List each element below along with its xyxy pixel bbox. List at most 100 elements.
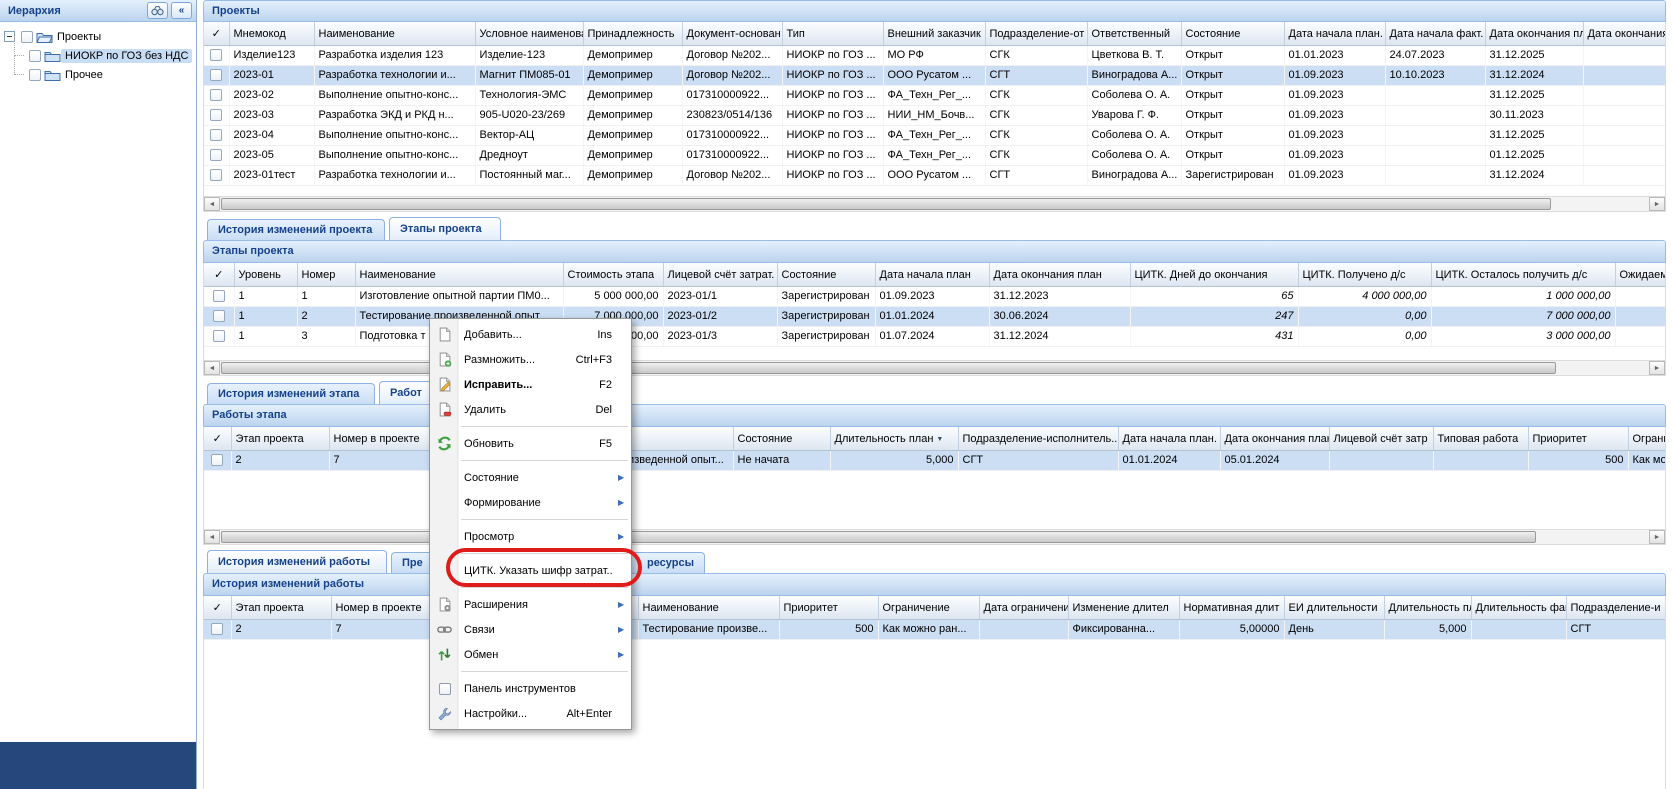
- column-header[interactable]: Изменение длител: [1068, 596, 1179, 619]
- column-header[interactable]: ЦИТК. Дней до окончания: [1130, 263, 1298, 286]
- column-header[interactable]: ✓: [204, 22, 229, 45]
- table-row[interactable]: 12Тестирование произведенной опыт7 000 0…: [204, 306, 1666, 326]
- column-header[interactable]: ЕИ длительности: [1284, 596, 1384, 619]
- column-header[interactable]: Лицевой счёт затрат.: [663, 263, 777, 286]
- table-row[interactable]: 2023-04Выполнение опытно-конс...Вектор-А…: [204, 125, 1666, 145]
- projects-hscrollbar[interactable]: [203, 196, 1666, 212]
- scroll-thumb[interactable]: [221, 362, 1556, 374]
- row-checkbox[interactable]: [213, 290, 225, 302]
- scroll-left-button[interactable]: [204, 361, 220, 375]
- column-header[interactable]: Внешний заказчик: [883, 22, 985, 45]
- tree-node-label[interactable]: Прочее: [61, 68, 107, 82]
- table-row[interactable]: 2023-05Выполнение опытно-конс...Дредноут…: [204, 145, 1666, 165]
- menu-item[interactable]: ОбновитьF5: [430, 431, 631, 456]
- column-header[interactable]: Ожидаемый: [1615, 263, 1666, 286]
- menu-item[interactable]: Формирование▶: [430, 490, 631, 515]
- tree-node-label[interactable]: НИОКР по ГОЗ без НДС: [61, 49, 192, 63]
- column-header[interactable]: Дата начала план.: [1284, 22, 1385, 45]
- menu-item[interactable]: Расширения▶: [430, 592, 631, 617]
- menu-item[interactable]: УдалитьDel: [430, 397, 631, 422]
- tree-checkbox[interactable]: [29, 69, 41, 81]
- collapse-panel-button[interactable]: «: [171, 2, 192, 19]
- scroll-thumb[interactable]: [221, 198, 1551, 210]
- column-header[interactable]: Наименование: [638, 596, 779, 619]
- scroll-right-button[interactable]: [1649, 361, 1665, 375]
- menu-item[interactable]: Панель инструментов: [430, 676, 631, 701]
- column-header[interactable]: Номер в проекте: [331, 596, 433, 619]
- column-header[interactable]: Документ-основан: [682, 22, 782, 45]
- column-header[interactable]: Уровень: [234, 263, 297, 286]
- table-row[interactable]: 13Подготовка т3 000 000,002023-01/3Зарег…: [204, 326, 1666, 346]
- column-header[interactable]: Длительность план▼: [830, 427, 958, 450]
- scroll-right-button[interactable]: [1649, 197, 1665, 211]
- column-header[interactable]: Дата начала план: [875, 263, 989, 286]
- column-header[interactable]: Дата ограничения: [979, 596, 1068, 619]
- tree-node-niokr[interactable]: НИОКР по ГОЗ без НДС: [26, 46, 194, 65]
- scroll-right-button[interactable]: [1649, 530, 1665, 544]
- row-checkbox[interactable]: [210, 109, 222, 121]
- column-header[interactable]: Дата окончания план: [1220, 427, 1329, 450]
- table-row[interactable]: 2023-03Разработка ЭКД и РКД н...905-U020…: [204, 105, 1666, 125]
- tree-node-label[interactable]: Проекты: [53, 30, 105, 44]
- column-header[interactable]: Ограничение: [878, 596, 979, 619]
- column-header[interactable]: Подразделение-от: [985, 22, 1087, 45]
- column-header[interactable]: ✓: [204, 263, 234, 286]
- column-header[interactable]: Лицевой счёт затр: [1329, 427, 1433, 450]
- stages-hscrollbar[interactable]: [203, 360, 1666, 376]
- column-header[interactable]: ЦИТК. Осталось получить д/с: [1431, 263, 1615, 286]
- column-header[interactable]: Состояние: [1181, 22, 1284, 45]
- row-checkbox[interactable]: [210, 129, 222, 141]
- tab-0[interactable]: История изменений проекта: [207, 219, 385, 240]
- column-header[interactable]: Принадлежность: [583, 22, 682, 45]
- scroll-left-button[interactable]: [204, 530, 220, 544]
- column-header[interactable]: Дата начала факт.: [1385, 22, 1485, 45]
- column-header[interactable]: Состояние: [733, 427, 830, 450]
- column-header[interactable]: Дата окончания пл: [1485, 22, 1583, 45]
- column-header[interactable]: ✓: [204, 596, 231, 619]
- column-header[interactable]: Дата окончания план: [989, 263, 1130, 286]
- column-header[interactable]: Приоритет: [779, 596, 878, 619]
- table-row[interactable]: Изделие123Разработка изделия 123Изделие-…: [204, 45, 1666, 65]
- column-header[interactable]: Нормативная длит: [1179, 596, 1284, 619]
- column-header[interactable]: Тип: [782, 22, 883, 45]
- table-row[interactable]: 11Изготовление опытной партии ПМ0...5 00…: [204, 286, 1666, 306]
- menu-item[interactable]: Связи▶: [430, 617, 631, 642]
- row-checkbox[interactable]: [211, 454, 223, 466]
- menu-item[interactable]: Просмотр▶: [430, 524, 631, 549]
- column-header[interactable]: Мнемокод: [229, 22, 314, 45]
- tree-node-projects[interactable]: Проекты: [2, 27, 194, 46]
- tree-node-prochee[interactable]: Прочее: [26, 65, 194, 84]
- column-header[interactable]: Этап проекта: [231, 596, 331, 619]
- table-row[interactable]: 2023-01Разработка технологии и...Магнит …: [204, 65, 1666, 85]
- table-row[interactable]: 27Тестирование произведенной опыт...Не н…: [204, 450, 1666, 470]
- row-checkbox[interactable]: [210, 89, 222, 101]
- tab-0[interactable]: История изменений этапа: [207, 383, 375, 404]
- row-checkbox[interactable]: [210, 169, 222, 181]
- column-header[interactable]: ✓: [204, 427, 231, 450]
- column-header[interactable]: Подразделение-и: [1566, 596, 1666, 619]
- column-header[interactable]: Типовая работа: [1433, 427, 1528, 450]
- menu-item[interactable]: Добавить...Ins: [430, 322, 631, 347]
- menu-item[interactable]: Настройки...Alt+Enter: [430, 701, 631, 726]
- row-checkbox[interactable]: [213, 310, 225, 322]
- column-header[interactable]: Дата начала план.: [1118, 427, 1220, 450]
- column-header[interactable]: Номер в проекте: [329, 427, 431, 450]
- column-header[interactable]: Стоимость этапа: [563, 263, 663, 286]
- column-header[interactable]: Этап проекта: [231, 427, 329, 450]
- column-header[interactable]: Номер: [297, 263, 355, 286]
- column-header[interactable]: Длительность пла: [1384, 596, 1471, 619]
- column-header[interactable]: Длительность фак: [1471, 596, 1566, 619]
- menu-item-highlighted[interactable]: ЦИТК. Указать шифр затрат...: [430, 558, 631, 583]
- column-header[interactable]: Дата окончания: [1583, 22, 1666, 45]
- column-header[interactable]: ЦИТК. Получено д/с: [1298, 263, 1431, 286]
- search-binoculars-button[interactable]: [147, 2, 168, 19]
- row-checkbox[interactable]: [211, 623, 223, 635]
- row-checkbox[interactable]: [210, 69, 222, 81]
- column-header[interactable]: Условное наименова: [475, 22, 583, 45]
- column-header[interactable]: Подразделение-исполнитель..: [958, 427, 1118, 450]
- column-header[interactable]: Наименование: [355, 263, 563, 286]
- table-row[interactable]: 27Тестирование произве...500Как можно ра…: [204, 619, 1666, 639]
- tab-0[interactable]: История изменений работы: [207, 550, 387, 573]
- column-header[interactable]: Ограничение: [1628, 427, 1666, 450]
- table-row[interactable]: 2023-01тестРазработка технологии и...Пос…: [204, 165, 1666, 185]
